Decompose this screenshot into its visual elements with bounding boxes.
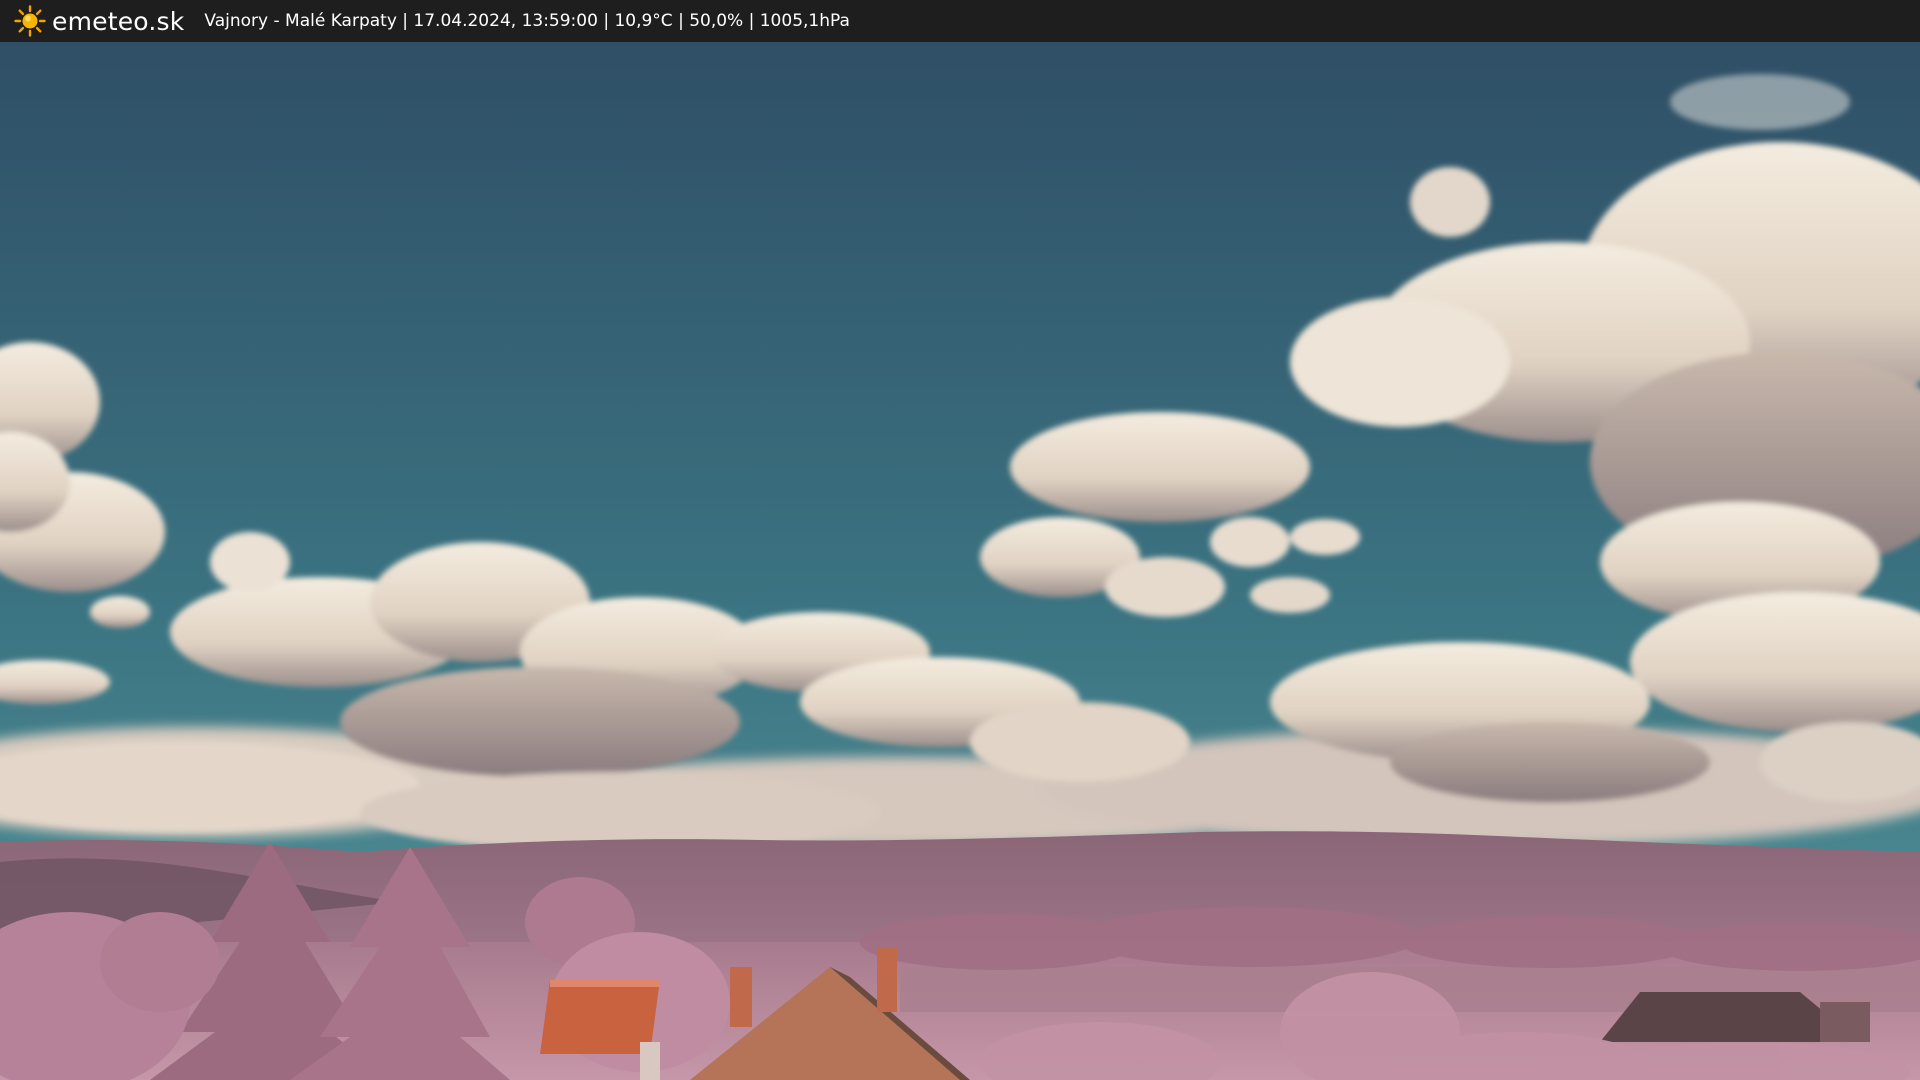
webcam-frame: emeteo.sk Vajnory - Malé Karpaty | 17.04… [0, 0, 1920, 1080]
station-caption: Vajnory - Malé Karpaty | 17.04.2024, 13:… [204, 11, 850, 31]
site-logo[interactable]: emeteo.sk [14, 5, 184, 37]
sun-icon [14, 5, 46, 37]
site-name: emeteo.sk [52, 6, 185, 36]
header-bar: emeteo.sk Vajnory - Malé Karpaty | 17.04… [0, 0, 1920, 42]
webcam-image [0, 42, 1920, 1080]
